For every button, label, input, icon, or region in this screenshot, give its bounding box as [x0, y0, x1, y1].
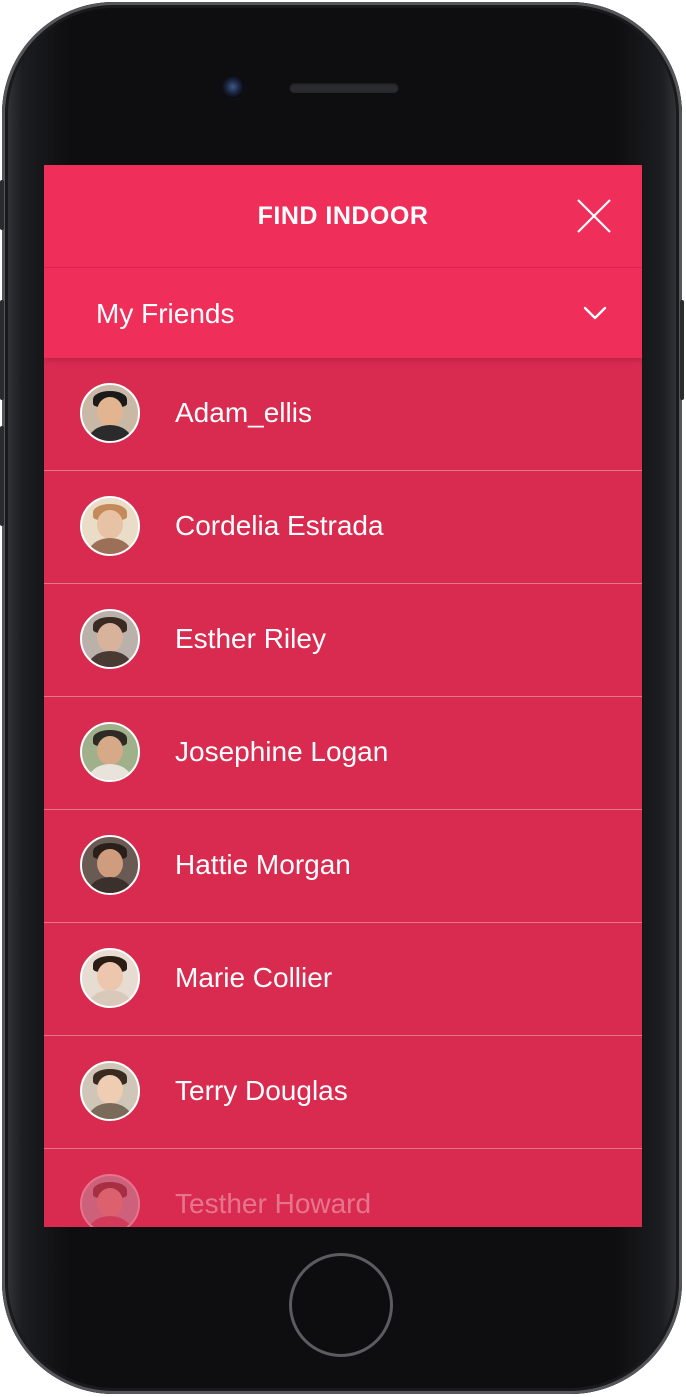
friend-name: Hattie Morgan	[175, 849, 351, 880]
avatar	[80, 609, 140, 669]
avatar	[80, 1174, 140, 1227]
front-camera	[222, 76, 246, 100]
friend-name: Esther Riley	[175, 623, 326, 654]
earpiece-speaker	[289, 82, 399, 93]
filter-label: My Friends	[96, 298, 235, 329]
list-item[interactable]: Adam_ellis	[44, 358, 642, 471]
avatar	[80, 948, 140, 1008]
page-title: FIND INDOOR	[257, 202, 429, 230]
friend-name: Josephine Logan	[175, 736, 389, 767]
volume-down-button	[0, 426, 4, 526]
friend-name: Terry Douglas	[175, 1075, 348, 1106]
list-item[interactable]: Testher Howard	[44, 1149, 642, 1227]
avatar	[80, 722, 140, 782]
avatar	[80, 835, 140, 895]
friend-name: Cordelia Estrada	[175, 510, 384, 541]
home-button[interactable]	[289, 1253, 393, 1357]
avatar	[80, 383, 140, 443]
friends-filter-dropdown[interactable]: My Friends	[44, 268, 642, 358]
chevron-down-icon	[583, 305, 607, 321]
friends-list: Adam_ellis Cordelia Estrada Esther Riley…	[44, 358, 642, 1227]
friend-name: Testher Howard	[175, 1188, 372, 1219]
power-button	[680, 300, 684, 400]
friend-name: Marie Collier	[175, 962, 333, 993]
avatar	[80, 1061, 140, 1121]
list-item[interactable]: Josephine Logan	[44, 697, 642, 810]
list-item[interactable]: Esther Riley	[44, 584, 642, 697]
close-icon[interactable]	[576, 198, 612, 234]
volume-up-button	[0, 300, 4, 400]
list-item[interactable]: Cordelia Estrada	[44, 471, 642, 584]
avatar	[80, 496, 140, 556]
list-item[interactable]: Hattie Morgan	[44, 810, 642, 923]
list-item[interactable]: Terry Douglas	[44, 1036, 642, 1149]
mute-switch	[0, 180, 4, 230]
app-screen: FIND INDOOR My Friends Adam_ellis Cordel…	[44, 165, 642, 1227]
list-item[interactable]: Marie Collier	[44, 923, 642, 1036]
header-bar: FIND INDOOR	[44, 165, 642, 268]
friend-name: Adam_ellis	[175, 397, 312, 428]
